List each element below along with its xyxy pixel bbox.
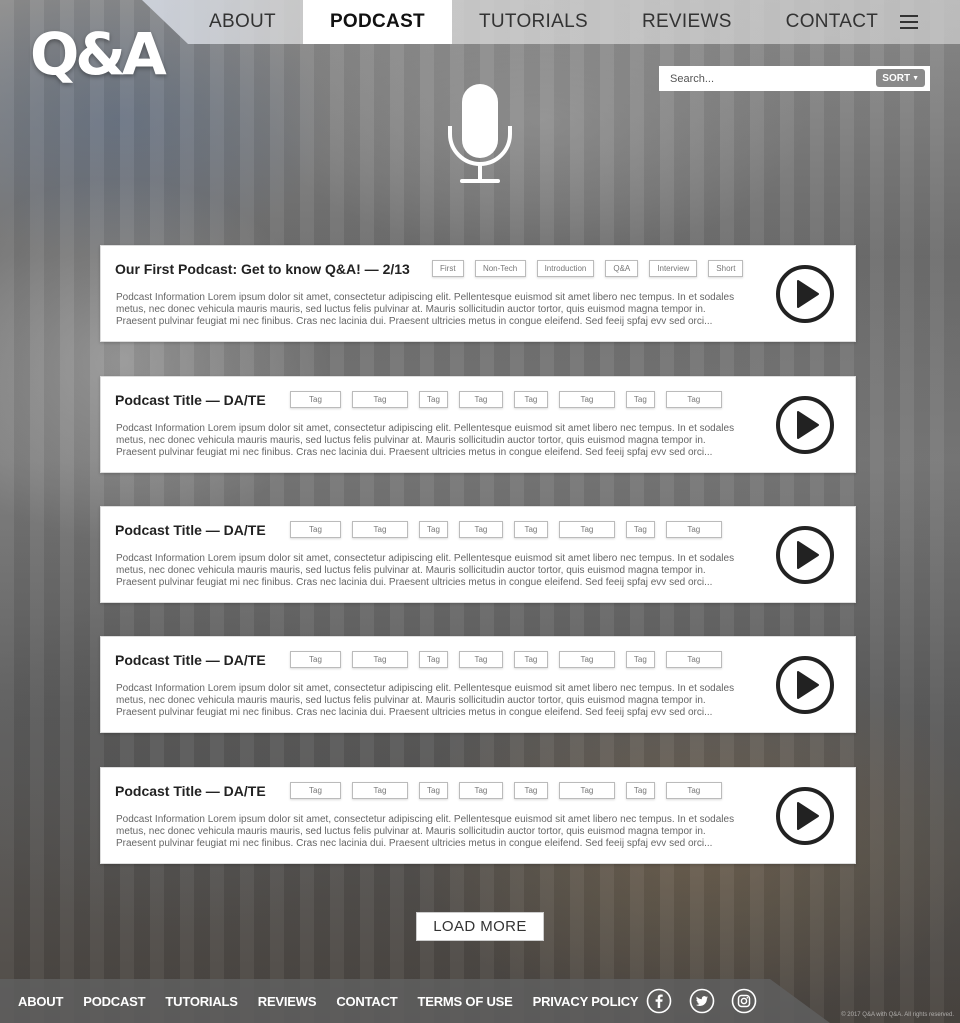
instagram-icon[interactable]	[731, 988, 757, 1014]
podcast-description: Podcast Information Lorem ipsum dolor si…	[116, 814, 735, 849]
footer-link-podcast[interactable]: PODCAST	[83, 994, 145, 1009]
microphone-icon	[448, 84, 512, 183]
podcast-title[interactable]: Podcast Title — DA/TE	[115, 392, 266, 408]
sort-label: SORT	[882, 72, 911, 84]
search-input[interactable]	[659, 72, 869, 85]
footer-link-reviews[interactable]: REVIEWS	[258, 994, 317, 1009]
nav-item-tutorials[interactable]: TUTORIALS	[452, 0, 615, 44]
nav-item-reviews[interactable]: REVIEWS	[615, 0, 759, 44]
podcast-title[interactable]: Podcast Title — DA/TE	[115, 522, 266, 538]
podcast-card[interactable]: Our First Podcast: Get to know Q&A! — 2/…	[100, 245, 856, 342]
tag-chip[interactable]: Tag	[513, 782, 548, 799]
tag-chip[interactable]: Short	[708, 260, 744, 277]
play-icon[interactable]	[775, 264, 835, 324]
tag-chip[interactable]: Interview	[649, 260, 698, 277]
tag-chip[interactable]: Tag	[290, 391, 341, 408]
caret-down-icon: ▼	[912, 74, 919, 82]
tag-list: Tag Tag Tag Tag Tag Tag Tag Tag	[290, 391, 722, 408]
tag-chip[interactable]: Tag	[513, 651, 548, 668]
tag-chip[interactable]: Tag	[458, 651, 503, 668]
tag-chip[interactable]: Tag	[625, 521, 655, 538]
tag-chip[interactable]: Tag	[513, 391, 548, 408]
search-bar: SORT ▼	[659, 66, 930, 91]
tag-list: Tag Tag Tag Tag Tag Tag Tag Tag	[290, 651, 722, 668]
tag-chip[interactable]: Tag	[665, 782, 722, 799]
nav-item-contact[interactable]: CONTACT	[759, 0, 906, 44]
tag-chip[interactable]: Tag	[458, 521, 503, 538]
footer: ABOUT PODCAST TUTORIALS REVIEWS CONTACT …	[0, 979, 960, 1023]
tag-chip[interactable]: Tag	[290, 651, 341, 668]
footer-links: ABOUT PODCAST TUTORIALS REVIEWS CONTACT …	[18, 979, 658, 1023]
tag-chip[interactable]: Tag	[352, 782, 408, 799]
tag-chip[interactable]: Tag	[625, 651, 655, 668]
tag-chip[interactable]: Introduction	[536, 260, 595, 277]
podcast-card[interactable]: Podcast Title — DA/TE Tag Tag Tag Tag Tag Tag T…	[100, 636, 856, 733]
podcast-description: Podcast Information Lorem ipsum dolor si…	[116, 292, 735, 327]
nav-item-about[interactable]: ABOUT	[182, 0, 303, 44]
tag-chip[interactable]: Tag	[352, 391, 408, 408]
tag-chip[interactable]: Q&A	[605, 260, 639, 277]
tag-chip[interactable]: Tag	[558, 782, 615, 799]
tag-chip[interactable]: Tag	[419, 521, 448, 538]
tag-chip[interactable]: Tag	[290, 521, 341, 538]
podcast-title[interactable]: Our First Podcast: Get to know Q&A! — 2/…	[115, 261, 410, 277]
footer-link-contact[interactable]: CONTACT	[336, 994, 397, 1009]
nav-item-podcast[interactable]: PODCAST	[302, 0, 452, 44]
tag-chip[interactable]: Tag	[558, 521, 615, 538]
play-icon[interactable]	[775, 525, 835, 585]
nav-items: ABOUT PODCAST TUTORIALS REVIEWS CONTACT	[182, 0, 905, 44]
play-icon[interactable]	[775, 395, 835, 455]
tag-chip[interactable]: Tag	[458, 782, 503, 799]
tag-chip[interactable]: Tag	[513, 521, 548, 538]
footer-link-tutorials[interactable]: TUTORIALS	[165, 994, 238, 1009]
tag-chip[interactable]: Tag	[665, 521, 722, 538]
podcast-card[interactable]: Podcast Title — DA/TE Tag Tag Tag Tag Tag Tag T…	[100, 506, 856, 603]
tag-list: First Non-Tech Introduction Q&A Interview Sho…	[432, 260, 744, 277]
tag-chip[interactable]: Tag	[352, 651, 408, 668]
hamburger-icon[interactable]	[897, 12, 921, 32]
tag-chip[interactable]: Tag	[419, 391, 448, 408]
tag-chip[interactable]: First	[432, 260, 464, 277]
tag-chip[interactable]: Non-Tech	[474, 260, 526, 277]
tag-list: Tag Tag Tag Tag Tag Tag Tag Tag	[290, 521, 722, 538]
podcast-title[interactable]: Podcast Title — DA/TE	[115, 652, 266, 668]
podcast-description: Podcast Information Lorem ipsum dolor si…	[116, 423, 735, 458]
podcast-card[interactable]: Podcast Title — DA/TE Tag Tag Tag Tag Tag Tag T…	[100, 767, 856, 864]
play-icon[interactable]	[775, 786, 835, 846]
sort-button[interactable]: SORT ▼	[876, 69, 925, 87]
tag-chip[interactable]: Tag	[419, 651, 448, 668]
footer-link-about[interactable]: ABOUT	[18, 994, 63, 1009]
podcast-description: Podcast Information Lorem ipsum dolor si…	[116, 553, 735, 588]
twitter-icon[interactable]	[689, 988, 715, 1014]
site-logo[interactable]: Q&A	[30, 20, 167, 88]
play-icon[interactable]	[775, 655, 835, 715]
logo-text: Q&A	[30, 20, 167, 88]
tag-list: Tag Tag Tag Tag Tag Tag Tag Tag	[290, 782, 722, 799]
podcast-title[interactable]: Podcast Title — DA/TE	[115, 783, 266, 799]
tag-chip[interactable]: Tag	[558, 391, 615, 408]
copyright-text: © 2017 Q&A with Q&A. All rights reserved…	[841, 1012, 954, 1018]
footer-link-terms[interactable]: TERMS OF USE	[418, 994, 513, 1009]
tag-chip[interactable]: Tag	[558, 651, 615, 668]
podcast-description: Podcast Information Lorem ipsum dolor si…	[116, 683, 735, 718]
tag-chip[interactable]: Tag	[665, 651, 722, 668]
tag-chip[interactable]: Tag	[290, 782, 341, 799]
tag-chip[interactable]: Tag	[625, 391, 655, 408]
load-more-button[interactable]: LOAD MORE	[416, 912, 544, 941]
tag-chip[interactable]: Tag	[419, 782, 448, 799]
tag-chip[interactable]: Tag	[458, 391, 503, 408]
footer-link-privacy[interactable]: PRIVACY POLICY	[533, 994, 639, 1009]
podcast-card[interactable]: Podcast Title — DA/TE Tag Tag Tag Tag Tag Tag T…	[100, 376, 856, 473]
tag-chip[interactable]: Tag	[665, 391, 722, 408]
facebook-icon[interactable]	[646, 988, 672, 1014]
tag-chip[interactable]: Tag	[352, 521, 408, 538]
tag-chip[interactable]: Tag	[625, 782, 655, 799]
